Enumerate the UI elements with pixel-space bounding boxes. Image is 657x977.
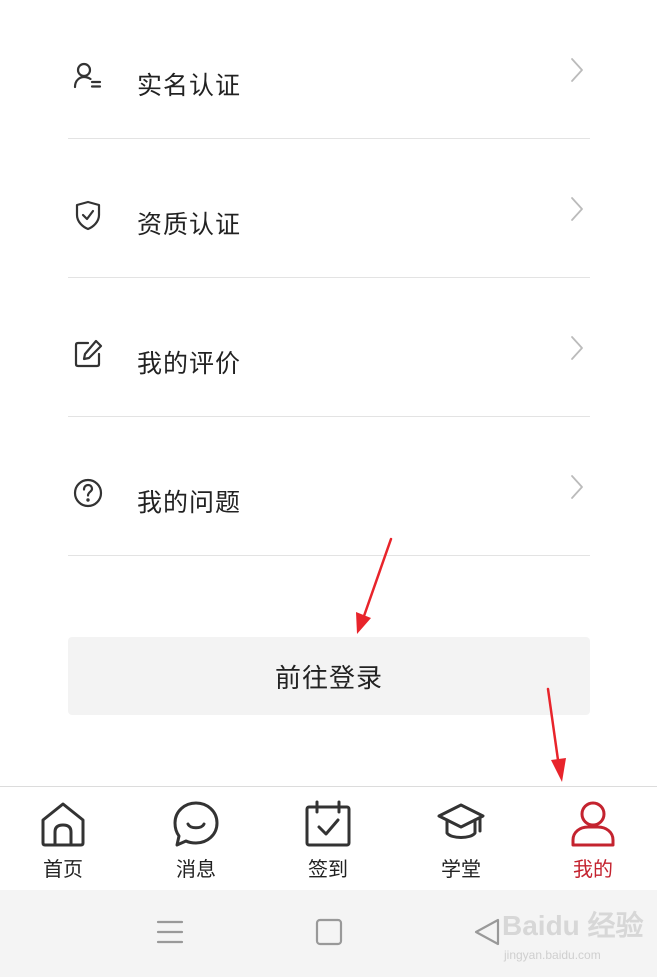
chevron-right-icon bbox=[570, 196, 584, 222]
tab-messages[interactable]: 消息 bbox=[146, 787, 246, 891]
message-smile-icon bbox=[171, 799, 221, 849]
question-circle-icon bbox=[72, 477, 104, 509]
menu-item-label: 我的评价 bbox=[137, 349, 242, 378]
watermark-main-text: Baidu 经验 bbox=[502, 910, 644, 941]
bottom-tab-bar: 首页 消息 签到 学堂 我的 bbox=[0, 786, 657, 891]
tab-label: 学堂 bbox=[441, 857, 481, 881]
tab-label: 消息 bbox=[176, 857, 216, 881]
tab-label: 签到 bbox=[308, 857, 348, 881]
user-id-icon bbox=[72, 60, 104, 92]
login-button-label: 前往登录 bbox=[274, 663, 383, 694]
watermark-sub-text: jingyan.baidu.com bbox=[504, 948, 601, 962]
chevron-right-icon bbox=[570, 57, 584, 83]
home-square-icon[interactable] bbox=[309, 912, 349, 952]
menu-item-my-reviews[interactable]: 我的评价 bbox=[68, 278, 590, 417]
tab-home[interactable]: 首页 bbox=[13, 787, 113, 891]
chevron-right-icon bbox=[570, 474, 584, 500]
menu-item-real-name-auth[interactable]: 实名认证 bbox=[68, 0, 590, 139]
tab-academy[interactable]: 学堂 bbox=[411, 787, 511, 891]
edit-icon bbox=[72, 338, 104, 370]
menu-item-label: 资质认证 bbox=[137, 210, 242, 239]
settings-menu-list: 实名认证 资质认证 我的评价 我的问题 bbox=[68, 0, 590, 556]
go-to-login-button[interactable]: 前往登录 bbox=[68, 637, 590, 715]
calendar-check-icon bbox=[303, 799, 353, 849]
baidu-jingyan-watermark: Baidu 经验 jingyan.baidu.com bbox=[478, 904, 648, 972]
user-icon bbox=[568, 799, 618, 849]
menu-icon[interactable] bbox=[150, 912, 190, 952]
menu-item-qualification-auth[interactable]: 资质认证 bbox=[68, 139, 590, 278]
tab-check-in[interactable]: 签到 bbox=[278, 787, 378, 891]
home-icon bbox=[38, 799, 88, 849]
tab-mine[interactable]: 我的 bbox=[543, 787, 643, 891]
menu-item-my-questions[interactable]: 我的问题 bbox=[68, 417, 590, 556]
tab-label: 我的 bbox=[573, 857, 613, 881]
tab-label: 首页 bbox=[43, 857, 83, 881]
shield-check-icon bbox=[72, 199, 104, 231]
chevron-right-icon bbox=[570, 335, 584, 361]
graduation-cap-icon bbox=[436, 799, 486, 849]
menu-item-label: 实名认证 bbox=[137, 71, 242, 100]
menu-item-label: 我的问题 bbox=[137, 488, 242, 517]
